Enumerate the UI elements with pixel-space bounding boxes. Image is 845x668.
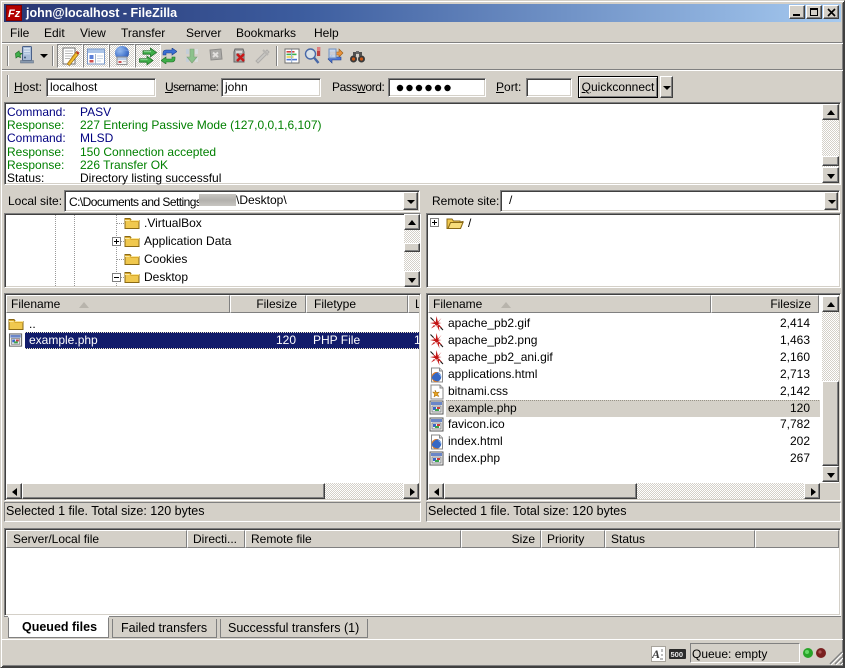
svg-text:Fz: Fz	[8, 8, 21, 20]
svg-text:A: A	[652, 647, 660, 661]
svg-text:500: 500	[671, 650, 684, 658]
